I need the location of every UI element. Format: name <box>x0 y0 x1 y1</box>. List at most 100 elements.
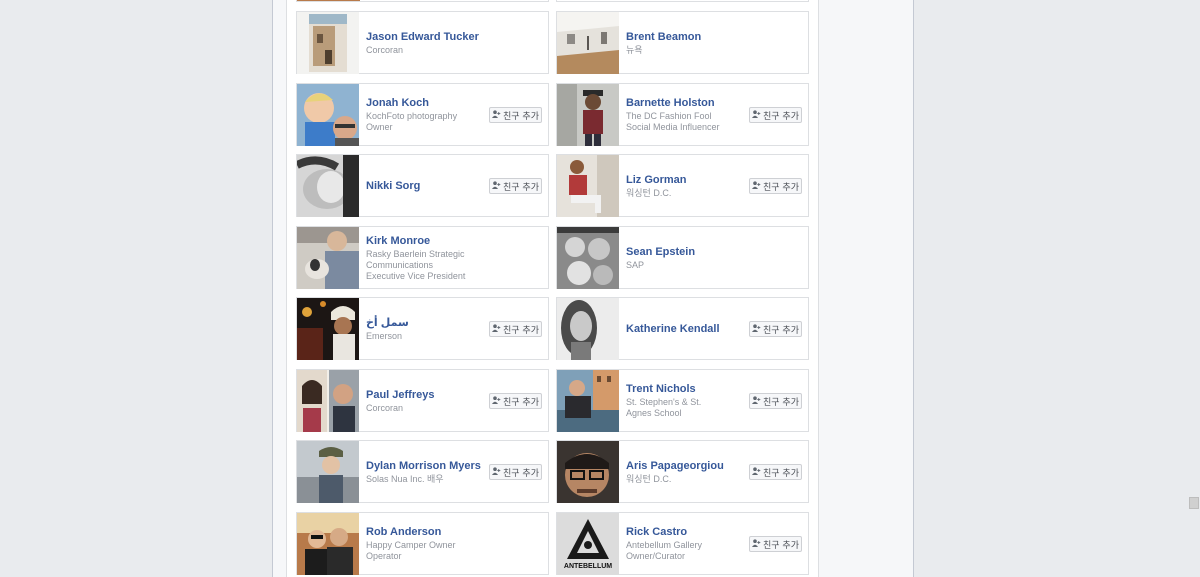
svg-text:ANTEBELLUM: ANTEBELLUM <box>564 563 612 570</box>
friend-name-link[interactable]: Jason Edward Tucker <box>366 31 479 44</box>
friend-info: Sean Epstein SAP <box>626 227 728 289</box>
friend-name-link[interactable]: Rick Castro <box>626 526 728 539</box>
friend-subtitle: 워싱턴 D.C. <box>626 473 672 484</box>
friend-name-link[interactable]: Brent Beamon <box>626 31 728 44</box>
friend-name-link[interactable]: Rob Anderson <box>366 526 468 539</box>
previous-card-edge <box>296 0 549 2</box>
friend-card: Brent Beamon 뉴욕 <box>556 11 809 74</box>
profile-photo[interactable] <box>297 298 359 360</box>
person-plus-icon <box>752 539 761 549</box>
add-friend-label: 친구 추가 <box>763 468 799 479</box>
friend-name-link[interactable]: Nikki Sorg <box>366 180 468 193</box>
friend-info: Paul Jeffreys Corcoran <box>366 370 468 432</box>
add-friend-button[interactable]: 친구 추가 <box>489 321 542 337</box>
profile-photo[interactable]: ANTEBELLUM <box>557 513 619 575</box>
friend-subtitle: Happy Camper Owner Operator <box>366 540 456 561</box>
friend-name-link[interactable]: Paul Jeffreys <box>366 389 468 402</box>
friend-name-link[interactable]: Katherine Kendall <box>626 323 728 336</box>
add-friend-button[interactable]: 친구 추가 <box>749 464 802 480</box>
friend-name-link[interactable]: Dylan Morrison Myers <box>366 460 481 473</box>
person-plus-icon <box>492 467 501 477</box>
profile-photo[interactable] <box>297 513 359 575</box>
friend-card: Liz Gorman 워싱턴 D.C. 친구 추가 <box>556 154 809 217</box>
friend-name-link[interactable]: Barnette Holston <box>626 97 728 110</box>
friend-card: Jonah Koch KochFoto photography Owner 친구 추… <box>296 83 549 146</box>
person-plus-icon <box>752 396 761 406</box>
friend-card: Paul Jeffreys Corcoran 친구 추가 <box>296 369 549 432</box>
friend-subtitle: St. Stephen's & St. Agnes School <box>626 397 702 418</box>
profile-photo[interactable] <box>557 12 619 74</box>
person-plus-icon <box>492 396 501 406</box>
friend-name-link[interactable]: Aris Papageorgiou <box>626 460 728 473</box>
person-plus-icon <box>492 181 501 191</box>
add-friend-label: 친구 추가 <box>763 540 799 551</box>
profile-photo[interactable] <box>297 84 359 146</box>
scrollbar-thumb[interactable] <box>1189 497 1199 509</box>
friend-info: Rick Castro Antebellum Gallery Owner/Cura… <box>626 513 728 575</box>
friend-card: Barnette Holston The DC Fashion Fool Soci… <box>556 83 809 146</box>
friend-info: Jonah Koch KochFoto photography Owner <box>366 84 468 146</box>
profile-photo[interactable] <box>557 370 619 432</box>
friend-name-link[interactable]: Sean Epstein <box>626 246 728 259</box>
profile-photo[interactable] <box>557 227 619 289</box>
friend-name-link[interactable]: Trent Nichols <box>626 383 728 396</box>
left-background <box>0 0 272 577</box>
profile-photo[interactable] <box>297 441 359 503</box>
previous-card-edge <box>556 0 809 2</box>
person-plus-icon <box>752 324 761 334</box>
friend-info: Liz Gorman 워싱턴 D.C. <box>626 155 728 217</box>
add-friend-label: 친구 추가 <box>503 325 539 336</box>
person-plus-icon <box>752 467 761 477</box>
profile-photo[interactable] <box>297 12 359 74</box>
add-friend-button[interactable]: 친구 추가 <box>749 393 802 409</box>
add-friend-button[interactable]: 친구 추가 <box>749 536 802 552</box>
friend-info: Trent Nichols St. Stephen's & St. Agnes S… <box>626 370 728 432</box>
friend-subtitle: 뉴욕 <box>626 44 643 55</box>
profile-photo[interactable] <box>297 370 359 432</box>
friend-subtitle: Corcoran <box>366 402 404 413</box>
profile-photo[interactable] <box>297 155 359 217</box>
profile-photo[interactable] <box>557 155 619 217</box>
friend-name-link[interactable]: Jonah Koch <box>366 97 468 110</box>
friend-info: سمل أخ Emerson <box>366 298 468 360</box>
add-friend-button[interactable]: 친구 추가 <box>749 321 802 337</box>
friend-subtitle: Antebellum Gallery Owner/Curator <box>626 540 703 561</box>
profile-photo[interactable] <box>557 441 619 503</box>
add-friend-label: 친구 추가 <box>763 111 799 122</box>
add-friend-label: 친구 추가 <box>763 397 799 408</box>
friend-name-link[interactable]: Kirk Monroe <box>366 235 468 248</box>
friend-info: Nikki Sorg <box>366 155 468 217</box>
add-friend-button[interactable]: 친구 추가 <box>749 178 802 194</box>
person-plus-icon <box>492 324 501 334</box>
add-friend-button[interactable]: 친구 추가 <box>489 393 542 409</box>
friend-name-link[interactable]: Liz Gorman <box>626 174 728 187</box>
add-friend-label: 친구 추가 <box>763 325 799 336</box>
profile-photo[interactable] <box>297 227 359 289</box>
profile-photo[interactable] <box>557 298 619 360</box>
friend-subtitle: Solas Nua Inc. 배우 <box>366 473 444 484</box>
friend-name-link[interactable]: سمل أخ <box>366 317 468 330</box>
friend-subtitle: 워싱턴 D.C. <box>626 187 672 198</box>
friend-info: Aris Papageorgiou 워싱턴 D.C. <box>626 441 728 503</box>
friend-card: Nikki Sorg 친구 추가 <box>296 154 549 217</box>
friend-card: Rob Anderson Happy Camper Owner Operator <box>296 512 549 575</box>
person-plus-icon <box>752 110 761 120</box>
friend-info: Kirk Monroe Rasky Baerlein Strategic Comm… <box>366 227 468 289</box>
add-friend-label: 친구 추가 <box>503 182 539 193</box>
friend-info: Katherine Kendall <box>626 298 728 360</box>
friend-card: Katherine Kendall 친구 추가 <box>556 297 809 360</box>
friend-subtitle: Emerson <box>366 330 403 341</box>
add-friend-button[interactable]: 친구 추가 <box>489 107 542 123</box>
add-friend-button[interactable]: 친구 추가 <box>489 464 542 480</box>
add-friend-label: 친구 추가 <box>503 397 539 408</box>
friend-subtitle: Corcoran <box>366 44 404 55</box>
add-friend-button[interactable]: 친구 추가 <box>489 178 542 194</box>
friend-card: Dylan Morrison Myers Solas Nua Inc. 배우 친구 … <box>296 440 549 503</box>
profile-photo[interactable] <box>557 84 619 146</box>
add-friend-label: 친구 추가 <box>763 182 799 193</box>
add-friend-button[interactable]: 친구 추가 <box>749 107 802 123</box>
person-plus-icon <box>492 110 501 120</box>
friend-info: Barnette Holston The DC Fashion Fool Soci… <box>626 84 728 146</box>
friend-subtitle: The DC Fashion Fool Social Media Influen… <box>626 111 720 132</box>
friend-card: ANTEBELLUM Rick Castro Antebellum Gallery … <box>556 512 809 575</box>
